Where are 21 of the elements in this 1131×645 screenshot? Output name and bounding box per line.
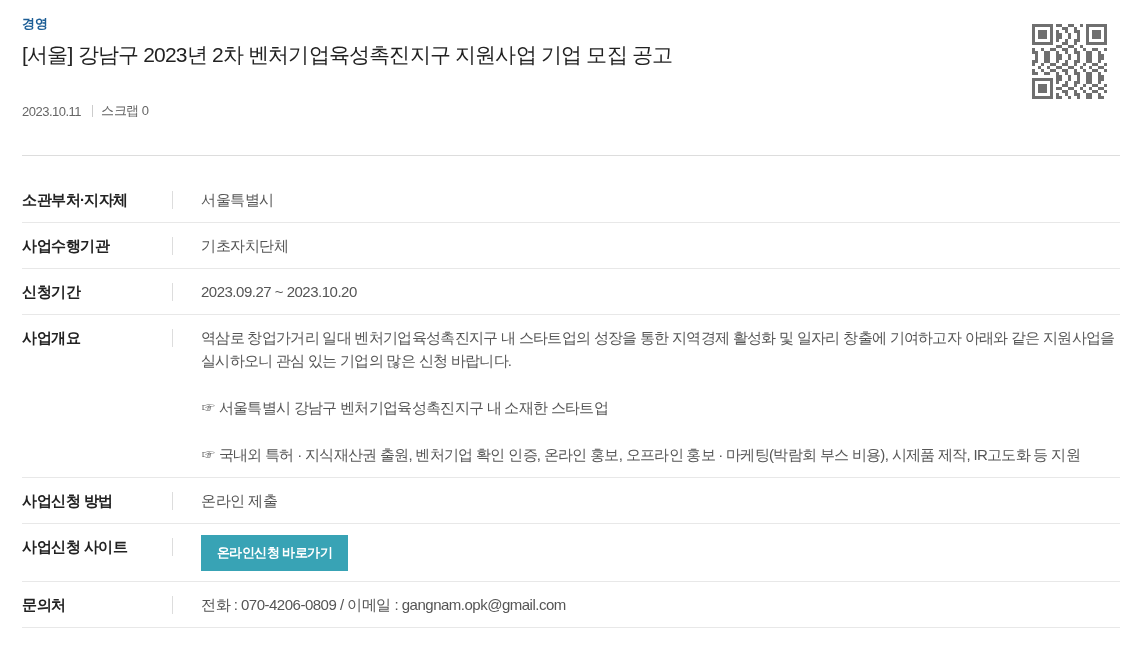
detail-label: 사업수행기관 [22,236,111,256]
detail-label: 신청기간 [22,282,82,302]
detail-label: 사업신청 방법 [22,491,114,511]
detail-label: 소관부처·지자체 [22,190,129,210]
apply-online-button[interactable]: 온라인신청 바로가기 [201,535,348,571]
summary-paragraph: ☞ 서울특별시 강남구 벤처기업육성촉진지구 내 소재한 스타트업 [201,398,608,418]
detail-label: 문의처 [22,595,67,615]
detail-value: 서울특별시 [201,190,274,210]
detail-label: 사업개요 [22,328,82,348]
detail-value: 2023.09.27 ~ 2023.10.20 [201,282,357,302]
scrap-count: 스크랩 0 [101,102,149,120]
detail-value: 전화 : 070-4206-0809 / 이메일 : gangnam.opk@gmail.com [201,595,566,615]
qr-code-icon [1032,24,1107,99]
notice-title: [서울] 강남구 2023년 2차 벤처기업육성촉진지구 지원사업 기업 모집 공고 [22,42,673,68]
summary-paragraph: ☞ 국내외 특허 · 지식재산권 출원, 벤처기업 확인 인증, 온라인 홍보, 오프라인 홍보 · 마케팅(박람회 부스 비용), 시제품 제작, IR고도화 등 지원 [201,445,1080,465]
detail-value: 기초자치단체 [201,236,288,256]
summary-paragraph: 역삼로 창업가거리 일대 벤처기업육성촉진지구 내 스타트업의 성장을 통한 지역경제 활성화 및 일자리 창출에 기여하고자 아래와 같은 지원사업을 실시하오니 관심 있는 기업의 많은 신청 바랍니다. [201,328,1116,371]
post-date: 2023.10.11 [22,103,82,119]
category-label: 경영 [22,15,47,33]
detail-value: 온라인 제출 [201,491,278,511]
detail-label: 사업신청 사이트 [22,537,129,557]
